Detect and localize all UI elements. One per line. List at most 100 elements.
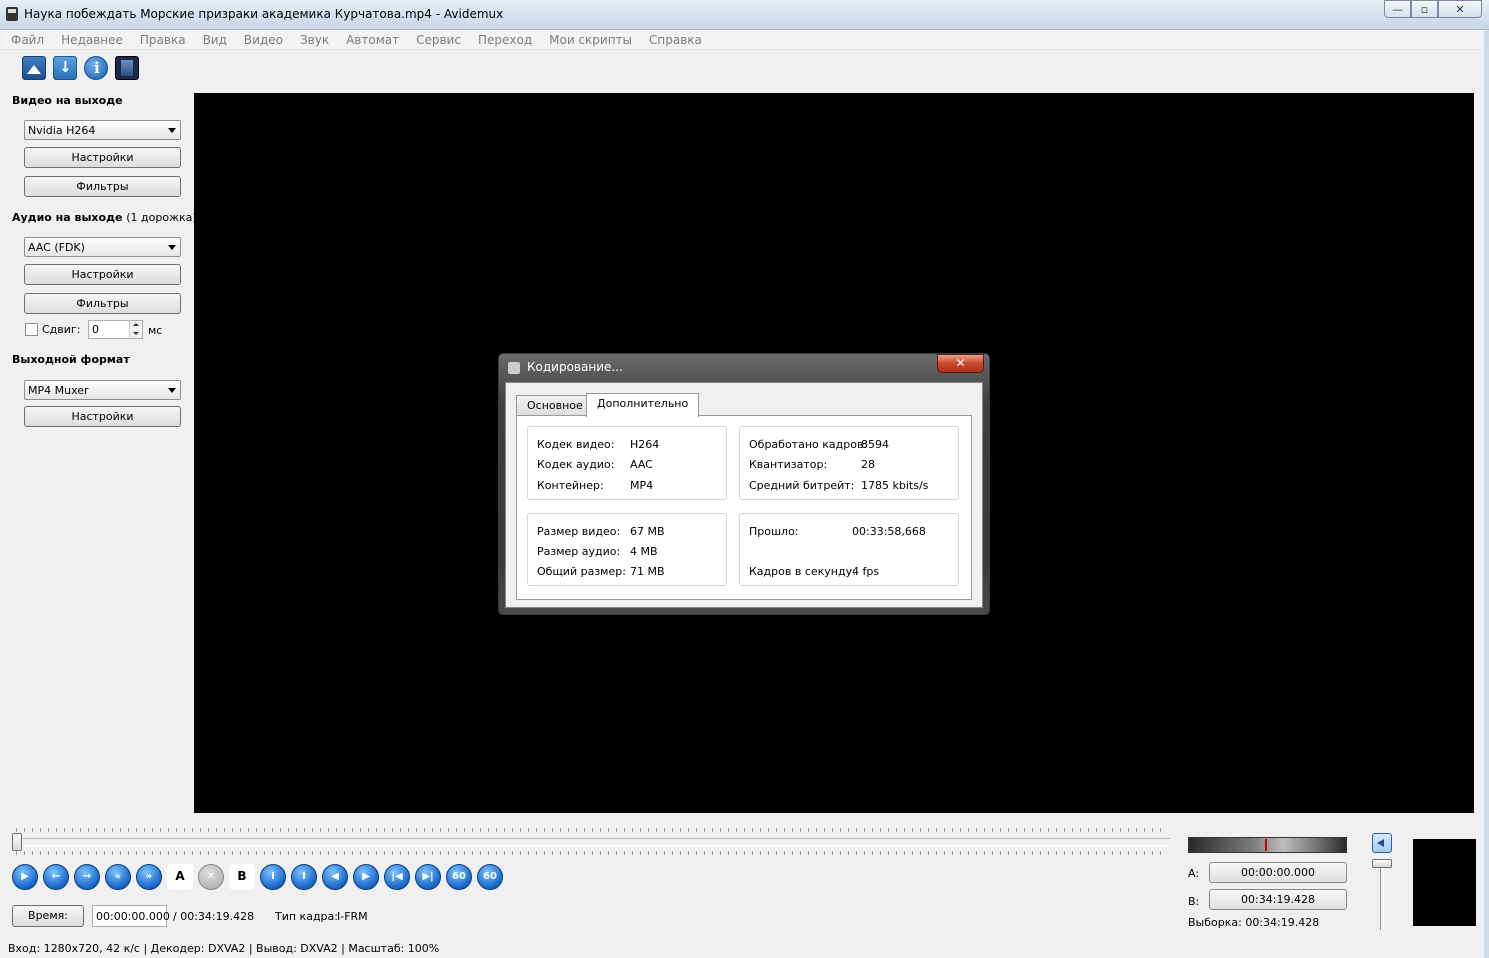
minimize-button[interactable]: — [1384, 0, 1411, 18]
total-size-value: 71 MB [630, 565, 665, 578]
set-marker-b-button[interactable]: B [229, 864, 255, 890]
play-button[interactable]: ▶ [12, 864, 38, 890]
frame-filmstrip-icon[interactable] [115, 56, 139, 80]
prev-frame-button[interactable]: ← [43, 864, 69, 890]
menu-view[interactable]: Вид [194, 33, 235, 47]
frames-processed-value: 8594 [861, 438, 889, 451]
video-codec-label: Кодек видео: [537, 438, 615, 451]
elapsed-label: Прошло: [749, 525, 799, 538]
audio-size-label: Размер аудио: [537, 545, 621, 558]
shift-checkbox[interactable] [25, 323, 38, 336]
container-label: Контейнер: [537, 479, 604, 492]
video-codec-select[interactable]: Nvidia H264 [24, 120, 181, 140]
menu-bar: Файл Недавнее Правка Вид Видео Звук Авто… [2, 30, 1484, 50]
audio-codec-select[interactable]: AAC (FDK) [24, 237, 181, 257]
audio-codec-info: AAC [630, 458, 653, 471]
video-size-label: Размер видео: [537, 525, 621, 538]
frames-processed-label: Обработано кадров: [749, 438, 868, 451]
menu-help[interactable]: Справка [640, 33, 710, 47]
volume-slider[interactable] [1380, 860, 1384, 930]
video-filters-button[interactable]: Фильтры [24, 176, 181, 197]
audio-filters-button[interactable]: Фильтры [24, 293, 181, 314]
fps-value: 4 fps [852, 565, 880, 578]
next-frame-button[interactable]: → [74, 864, 100, 890]
maximize-button[interactable]: ▫ [1411, 0, 1438, 18]
menu-video[interactable]: Видео [235, 33, 291, 47]
timeline-ticks [16, 851, 1168, 855]
stats-group: Обработано кадров: 8594 Квантизатор: 28 … [739, 426, 959, 500]
forward-60s-button[interactable]: 60 [477, 864, 503, 890]
back-60s-button[interactable]: 60 [446, 864, 472, 890]
avg-bitrate-value: 1785 kbits/s [861, 479, 929, 492]
fps-label: Кадров в секунду: [749, 565, 856, 578]
muxer-select[interactable]: MP4 Muxer [24, 380, 181, 400]
tab-basic[interactable]: Основное [516, 395, 594, 416]
muxer-settings-button[interactable]: Настройки [24, 406, 181, 427]
window-title: Наука побеждать Морские призраки академи… [24, 7, 504, 21]
shift-spinbox[interactable]: 0 [88, 320, 143, 339]
chevron-down-icon [168, 388, 176, 393]
forward-button[interactable]: » [136, 864, 162, 890]
audio-codec-label: Кодек аудио: [537, 458, 615, 471]
title-bar: Наука побеждать Морские призраки академи… [0, 0, 1489, 30]
set-marker-a-button[interactable]: A [167, 864, 193, 890]
frame-type-value: I-FRM [337, 910, 368, 923]
speaker-icon[interactable] [1372, 833, 1392, 853]
timeline-slider-handle[interactable] [12, 833, 22, 851]
rewind-button[interactable]: « [105, 864, 131, 890]
volume-slider-handle[interactable] [1372, 859, 1392, 868]
video-codec-value: Nvidia H264 [28, 124, 96, 137]
shift-unit: мс [148, 324, 163, 337]
mini-preview [1413, 839, 1476, 926]
audio-track-count: (1 дорожка) [126, 211, 197, 224]
menu-go[interactable]: Переход [469, 33, 540, 47]
marker-a-field[interactable]: 00:00:00.000 [1209, 862, 1347, 883]
properties-info-icon[interactable] [84, 56, 108, 80]
menu-recent[interactable]: Недавнее [52, 33, 131, 47]
navigation-toolbar: ▶ ← → « » A ✕ B I I ◀ ▶ |◀ ▶| 60 60 [12, 864, 503, 890]
chevron-down-icon [168, 128, 176, 133]
marker-b-field[interactable]: 00:34:19.428 [1209, 889, 1347, 910]
menu-edit[interactable]: Правка [131, 33, 194, 47]
video-settings-button[interactable]: Настройки [24, 147, 181, 168]
time-button[interactable]: Время: [12, 905, 84, 927]
delete-selection-button[interactable]: ✕ [198, 864, 224, 890]
menu-my-scripts[interactable]: Мои скрипты [540, 33, 640, 47]
prev-keyframe-button[interactable]: ◀ [322, 864, 348, 890]
goto-marker-a-button[interactable]: I [260, 864, 286, 890]
shift-value: 0 [92, 323, 99, 336]
spin-up-icon[interactable] [129, 321, 142, 329]
goto-first-frame-button[interactable]: |◀ [384, 864, 410, 890]
goto-last-frame-button[interactable]: ▶| [415, 864, 441, 890]
sizes-group: Размер видео: 67 MB Размер аудио: 4 MB О… [527, 513, 727, 586]
clapperboard-icon [508, 362, 520, 374]
dialog-close-button[interactable]: ✕ [937, 354, 984, 373]
timeline-slider[interactable] [12, 838, 1170, 846]
save-video-icon[interactable] [53, 56, 77, 80]
shift-label: Сдвиг: [42, 323, 81, 336]
audio-output-title: Аудио на выходе (1 дорожка) [12, 211, 197, 224]
window-frame-edge [1484, 30, 1489, 958]
marker-a-label: A: [1188, 867, 1200, 880]
menu-file[interactable]: Файл [2, 33, 52, 47]
total-size-label: Общий размер: [537, 565, 626, 578]
menu-audio[interactable]: Звук [291, 33, 337, 47]
spin-down-icon[interactable] [129, 330, 142, 338]
timeline-ticks [16, 828, 1168, 832]
frame-type-label: Тип кадра: [275, 910, 338, 923]
toolbar [2, 51, 1484, 85]
video-size-value: 67 MB [630, 525, 665, 538]
muxer-value: MP4 Muxer [28, 384, 89, 397]
tab-pane-advanced: Кодек видео: H264 Кодек аудио: AAC Конте… [516, 415, 972, 600]
encoding-dialog: Кодирование... ✕ Основное Дополнительно … [498, 353, 990, 615]
menu-auto[interactable]: Автомат [337, 33, 407, 47]
next-keyframe-button[interactable]: ▶ [353, 864, 379, 890]
audio-settings-button[interactable]: Настройки [24, 264, 181, 285]
close-button[interactable]: ✕ [1438, 0, 1482, 18]
elapsed-value: 00:33:58,668 [852, 525, 926, 538]
tab-advanced[interactable]: Дополнительно [586, 393, 700, 417]
open-video-icon[interactable] [22, 56, 46, 80]
goto-marker-b-button[interactable]: I [291, 864, 317, 890]
menu-tools[interactable]: Сервис [407, 33, 469, 47]
current-time-field[interactable]: 00:00:00.000 [92, 905, 170, 927]
